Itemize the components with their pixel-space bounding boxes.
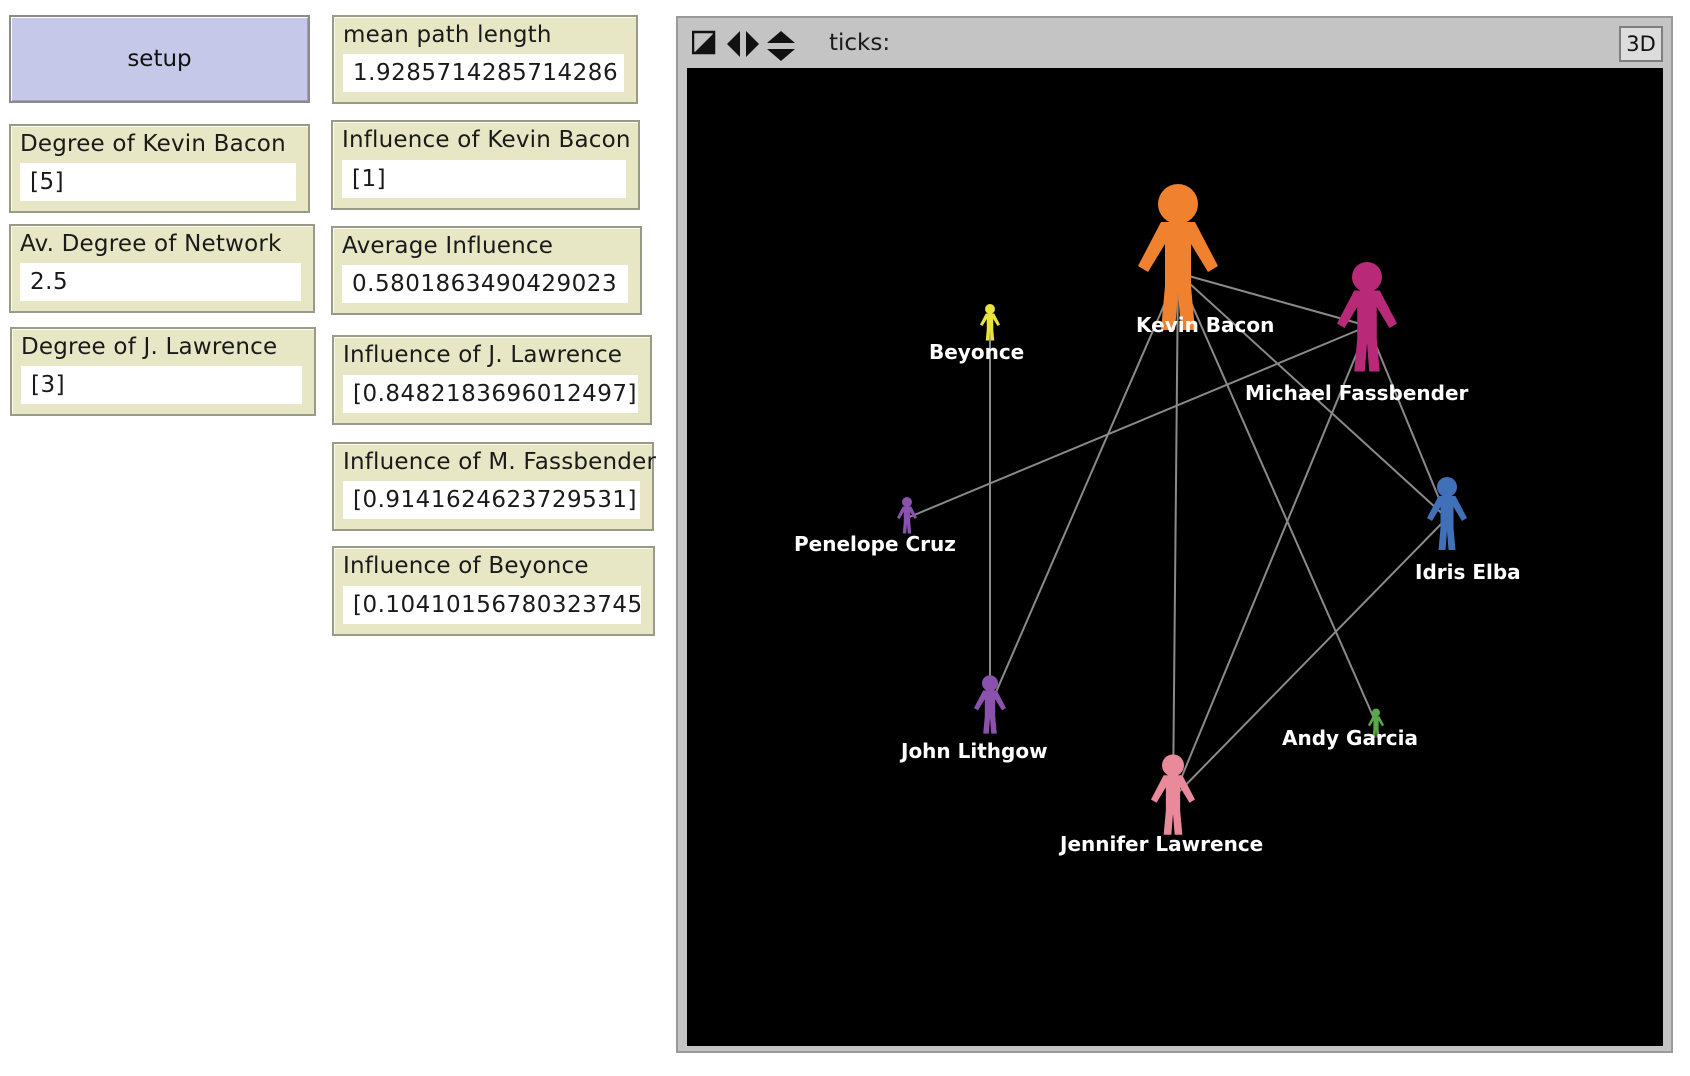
- agent-be: Beyonce: [929, 304, 1024, 364]
- agent-ag: Andy Garcia: [1282, 708, 1418, 750]
- monitor-av-degree-network: Av. Degree of Network 2.5: [9, 224, 315, 313]
- monitor-label: Influence of Kevin Bacon: [342, 127, 631, 153]
- monitor-degree-kevin-bacon: Degree of Kevin Bacon [5]: [9, 124, 310, 213]
- monitor-label: Average Influence: [342, 233, 554, 259]
- network-link: [989, 272, 1179, 707]
- agent-label: Kevin Bacon: [1136, 313, 1274, 337]
- agent-mf: Michael Fassbender: [1245, 262, 1469, 405]
- monitor-degree-j-lawrence: Degree of J. Lawrence [3]: [10, 327, 316, 416]
- monitor-value: 2.5: [20, 263, 301, 301]
- agent-ie: Idris Elba: [1415, 477, 1521, 584]
- view-fullscreen-icon[interactable]: [692, 30, 716, 56]
- network-link: [1177, 272, 1377, 724]
- monitor-value: [5]: [20, 163, 296, 201]
- monitor-label: Influence of J. Lawrence: [343, 342, 623, 368]
- setup-button[interactable]: setup: [9, 15, 310, 103]
- agent-label: Beyonce: [929, 340, 1024, 364]
- agent-label: Andy Garcia: [1282, 726, 1418, 750]
- network-link: [1172, 272, 1179, 799]
- network-link: [1172, 517, 1448, 799]
- monitor-value: [0.10410156780323745]: [343, 586, 641, 624]
- horizontal-arrows-icon[interactable]: [726, 30, 760, 58]
- monitor-label: Degree of Kevin Bacon: [20, 131, 286, 157]
- monitor-average-influence: Average Influence 0.5801863490429023: [331, 226, 642, 315]
- agent-label: Jennifer Lawrence: [1058, 832, 1263, 856]
- monitor-label: mean path length: [343, 22, 552, 48]
- monitor-label: Influence of M. Fassbender: [343, 449, 657, 475]
- monitor-value: 0.5801863490429023: [342, 265, 628, 303]
- monitor-value: [1]: [342, 160, 626, 198]
- agent-label: Idris Elba: [1415, 560, 1521, 584]
- world-view-panel: ticks: 3D Kevin Bacon Michael Fassbender B…: [676, 16, 1673, 1053]
- agent-label: Penelope Cruz: [794, 532, 956, 556]
- monitor-label: Av. Degree of Network: [20, 231, 282, 257]
- person-icon: [1151, 754, 1195, 835]
- monitor-value: [0.8482183696012497]: [343, 375, 638, 413]
- monitor-influence-m-fassbender: Influence of M. Fassbender [0.9141624623…: [332, 442, 657, 531]
- network-graph: Kevin Bacon Michael Fassbender Beyonce Pene…: [794, 184, 1521, 856]
- person-icon: [1427, 477, 1467, 550]
- person-icon: [974, 675, 1006, 734]
- monitor-value: [0.9141624623729531]: [343, 481, 640, 519]
- agent-label: Michael Fassbender: [1245, 381, 1469, 405]
- monitor-influence-j-lawrence: Influence of J. Lawrence [0.848218369601…: [332, 335, 652, 425]
- world-canvas: Kevin Bacon Michael Fassbender Beyonce Pene…: [687, 68, 1663, 1046]
- agent-kb: Kevin Bacon: [1136, 184, 1274, 337]
- vertical-arrows-icon[interactable]: [766, 30, 796, 62]
- network-link: [1367, 325, 1448, 519]
- monitor-value: 1.9285714285714286: [343, 54, 624, 92]
- monitor-influence-kevin-bacon: Influence of Kevin Bacon [1]: [331, 120, 640, 210]
- person-icon: [1337, 262, 1397, 372]
- monitor-influence-beyonce: Influence of Beyonce [0.1041015678032374…: [332, 546, 655, 636]
- view-toolbar: ticks: 3D: [678, 18, 1671, 68]
- agent-jw: Jennifer Lawrence: [1058, 754, 1263, 856]
- 3d-view-button[interactable]: 3D: [1619, 26, 1663, 62]
- ticks-label: ticks:: [829, 30, 891, 56]
- monitor-mean-path-length: mean path length 1.9285714285714286: [332, 15, 638, 104]
- person-icon: [897, 497, 917, 534]
- agent-label: John Lithgow: [899, 739, 1048, 763]
- agent-jl: John Lithgow: [899, 675, 1048, 763]
- monitor-label: Influence of Beyonce: [343, 553, 589, 579]
- monitor-label: Degree of J. Lawrence: [21, 334, 278, 360]
- monitor-value: [3]: [21, 366, 302, 404]
- agent-pc: Penelope Cruz: [794, 497, 956, 556]
